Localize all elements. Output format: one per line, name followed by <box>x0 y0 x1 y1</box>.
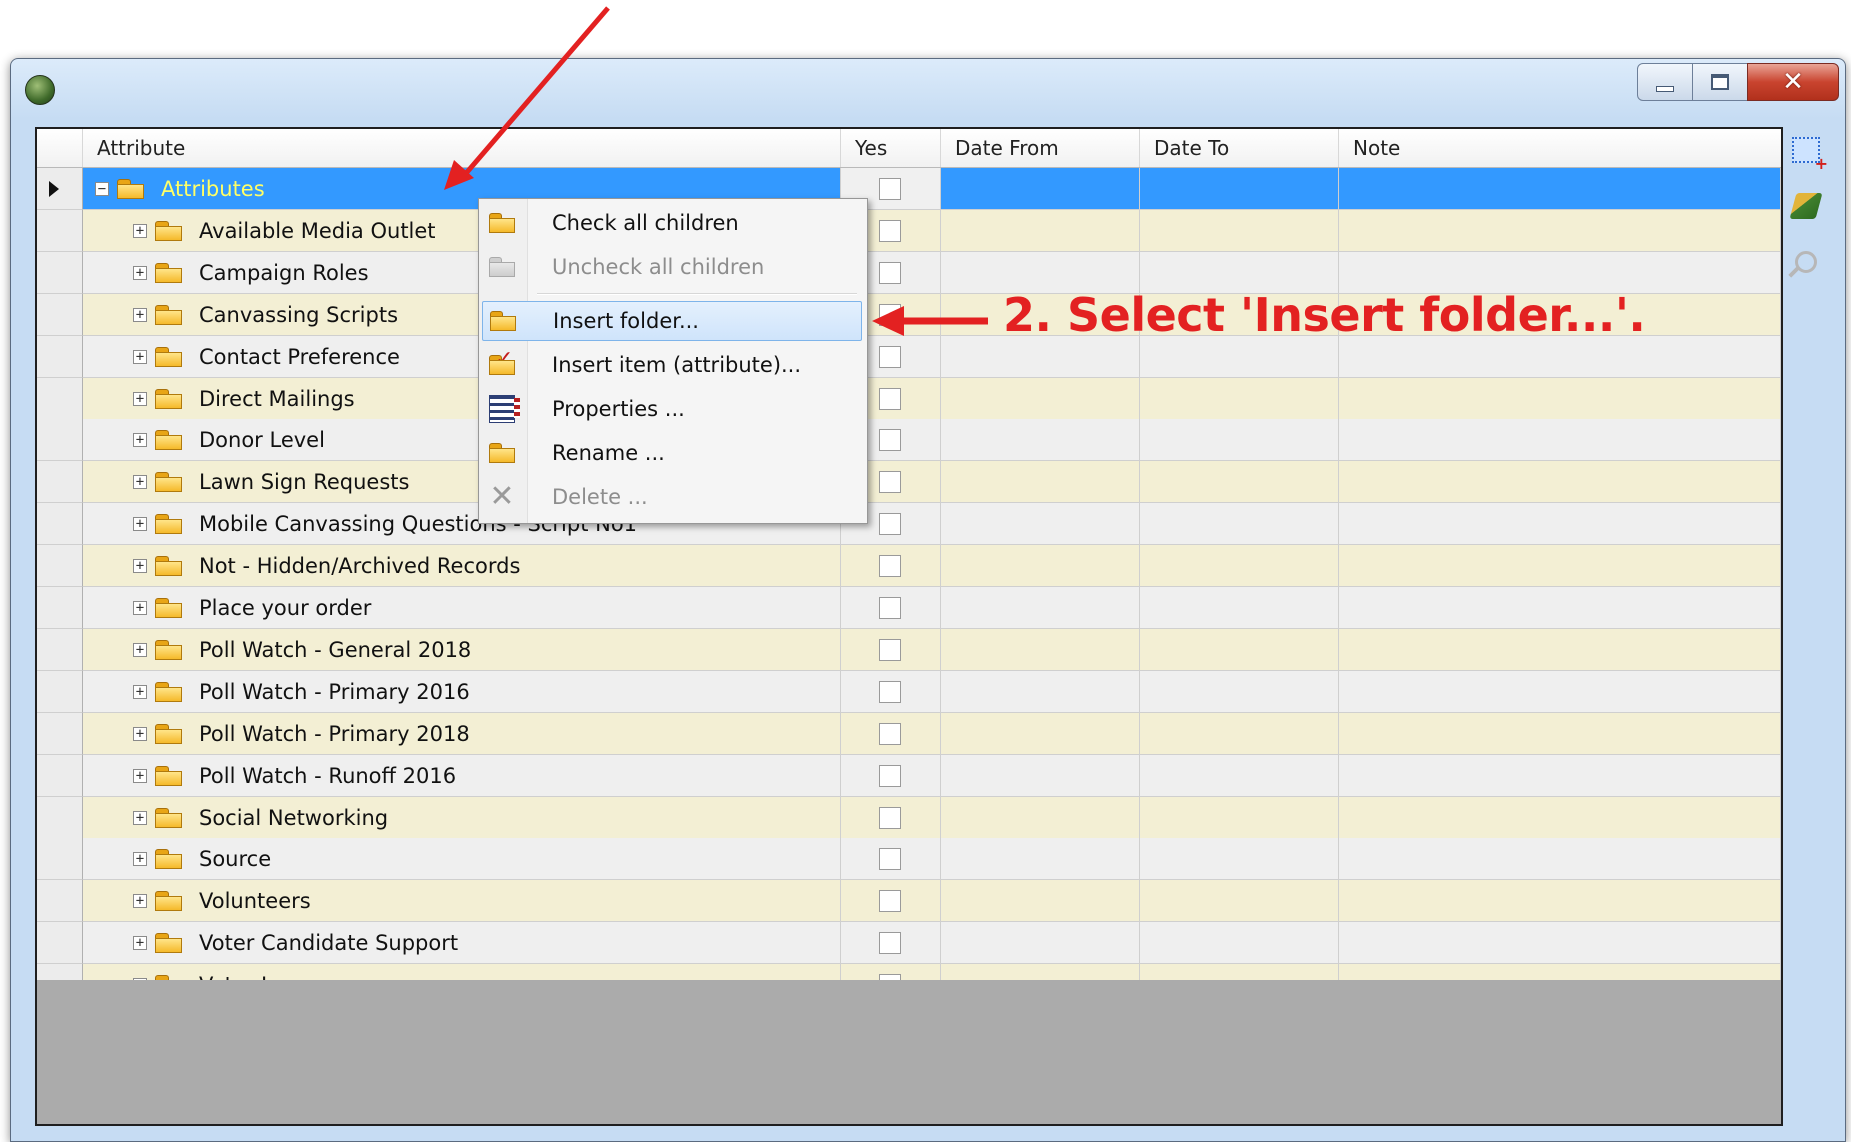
annotation-arrow-to-menu-item <box>872 306 988 336</box>
annotation-arrow-to-root <box>444 6 610 190</box>
annotation-layer <box>444 6 988 336</box>
annotation-step-text: 2. Select 'Insert folder...'. <box>1003 288 1646 342</box>
